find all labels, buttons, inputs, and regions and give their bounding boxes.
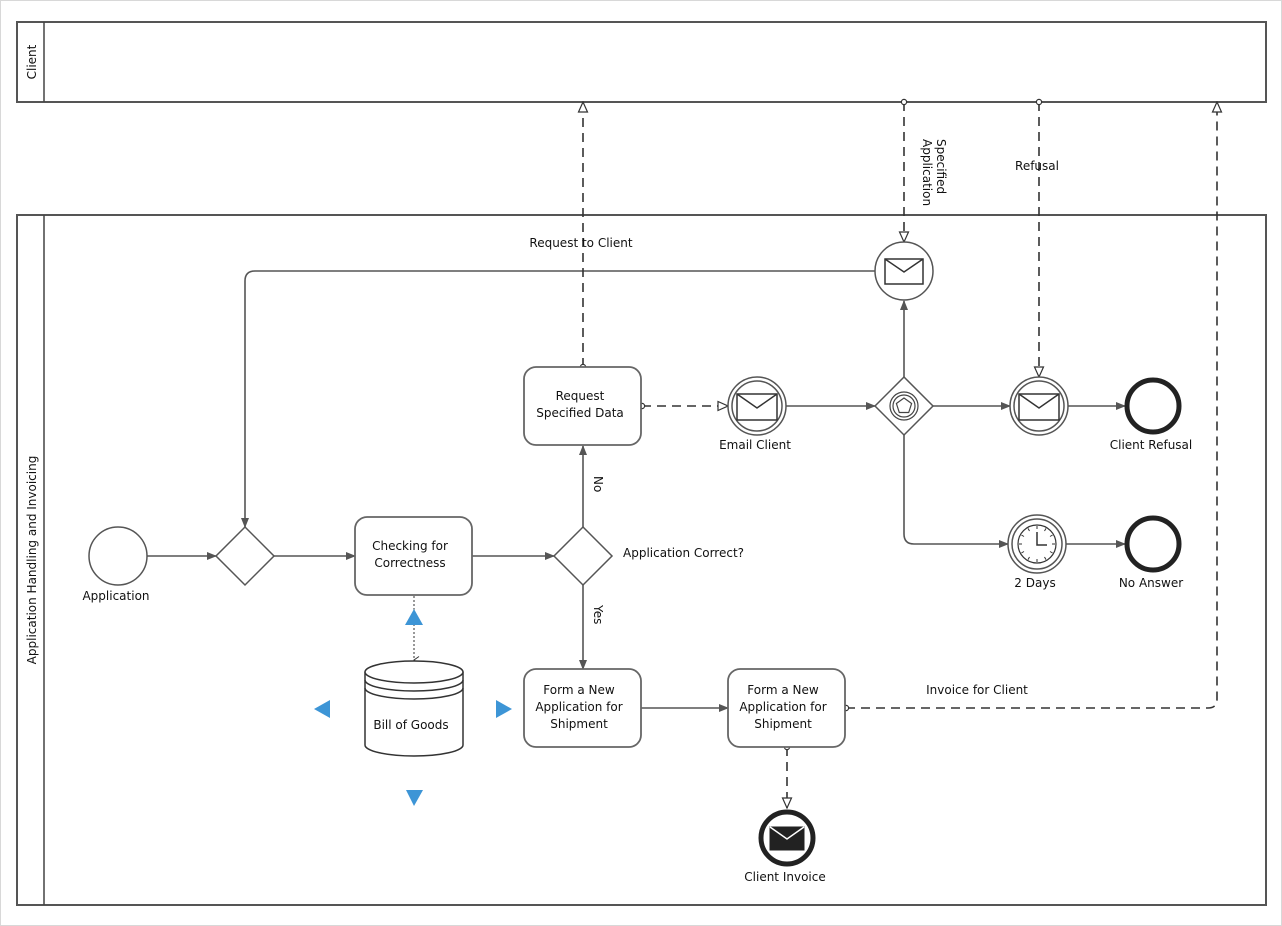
flow-label-invoice: Invoice for Client: [926, 683, 1028, 697]
task-request-line1: Request: [556, 389, 605, 403]
task-request-line2: Specified Data: [536, 406, 624, 420]
flow-label-refusal: Refusal: [1015, 159, 1059, 173]
task-form-new-application-1[interactable]: Form a New Application for Shipment: [523, 668, 642, 748]
task-form2-line2: Application for: [739, 700, 826, 714]
end-invoice-label: Client Invoice: [744, 870, 825, 884]
flow-label-no: No: [591, 476, 605, 492]
end-refusal-label: Client Refusal: [1110, 438, 1193, 452]
pool-client-label: Client: [25, 44, 39, 79]
task-form2-line3: Shipment: [754, 717, 812, 731]
task-request-specified-data[interactable]: Request Specified Data: [523, 366, 642, 446]
task-form1-line2: Application for: [535, 700, 622, 714]
bpmn-canvas: Client Application Handling and Invoicin…: [16, 21, 1267, 906]
event-receive-refusal[interactable]: [1009, 376, 1069, 436]
task-form1-line3: Shipment: [550, 717, 608, 731]
envelope-filled-icon: [769, 826, 805, 851]
datastore-bill-of-goods[interactable]: Bill of Goods: [364, 660, 464, 757]
flow-label-request-to-client: Request to Client: [529, 236, 632, 250]
task-form1-line1: Form a New: [543, 683, 615, 697]
timer-label: 2 Days: [1014, 576, 1055, 590]
pool-client[interactable]: Client: [16, 21, 1267, 103]
flow-label-specified-application: Specified Application: [920, 139, 948, 206]
task-checking-correctness[interactable]: Checking for Correctness: [354, 516, 473, 596]
clock-icon: [1017, 524, 1057, 564]
flow-label-yes: Yes: [591, 604, 605, 624]
flow-label-specified-line1: Specified: [934, 139, 948, 194]
pool-application-handling[interactable]: Application Handling and Invoicing: [16, 214, 1267, 906]
flow-label-specified-line2: Application: [920, 139, 934, 206]
start-event-label: Application: [82, 589, 149, 603]
task-checking-line1: Checking for: [372, 539, 448, 553]
gateway-correct-label: Application Correct?: [623, 546, 744, 560]
event-email-client-label: Email Client: [719, 438, 791, 452]
task-form-new-application-2[interactable]: Form a New Application for Shipment: [727, 668, 846, 748]
task-form2-line1: Form a New: [747, 683, 819, 697]
envelope-icon: [884, 258, 924, 285]
task-checking-line2: Correctness: [374, 556, 445, 570]
envelope-icon: [736, 393, 778, 421]
end-no-answer-label: No Answer: [1119, 576, 1183, 590]
envelope-icon: [1018, 393, 1060, 421]
pool-main-label: Application Handling and Invoicing: [25, 456, 39, 665]
datastore-label: Bill of Goods: [373, 718, 448, 732]
event-receive-specified-application[interactable]: [874, 241, 934, 301]
